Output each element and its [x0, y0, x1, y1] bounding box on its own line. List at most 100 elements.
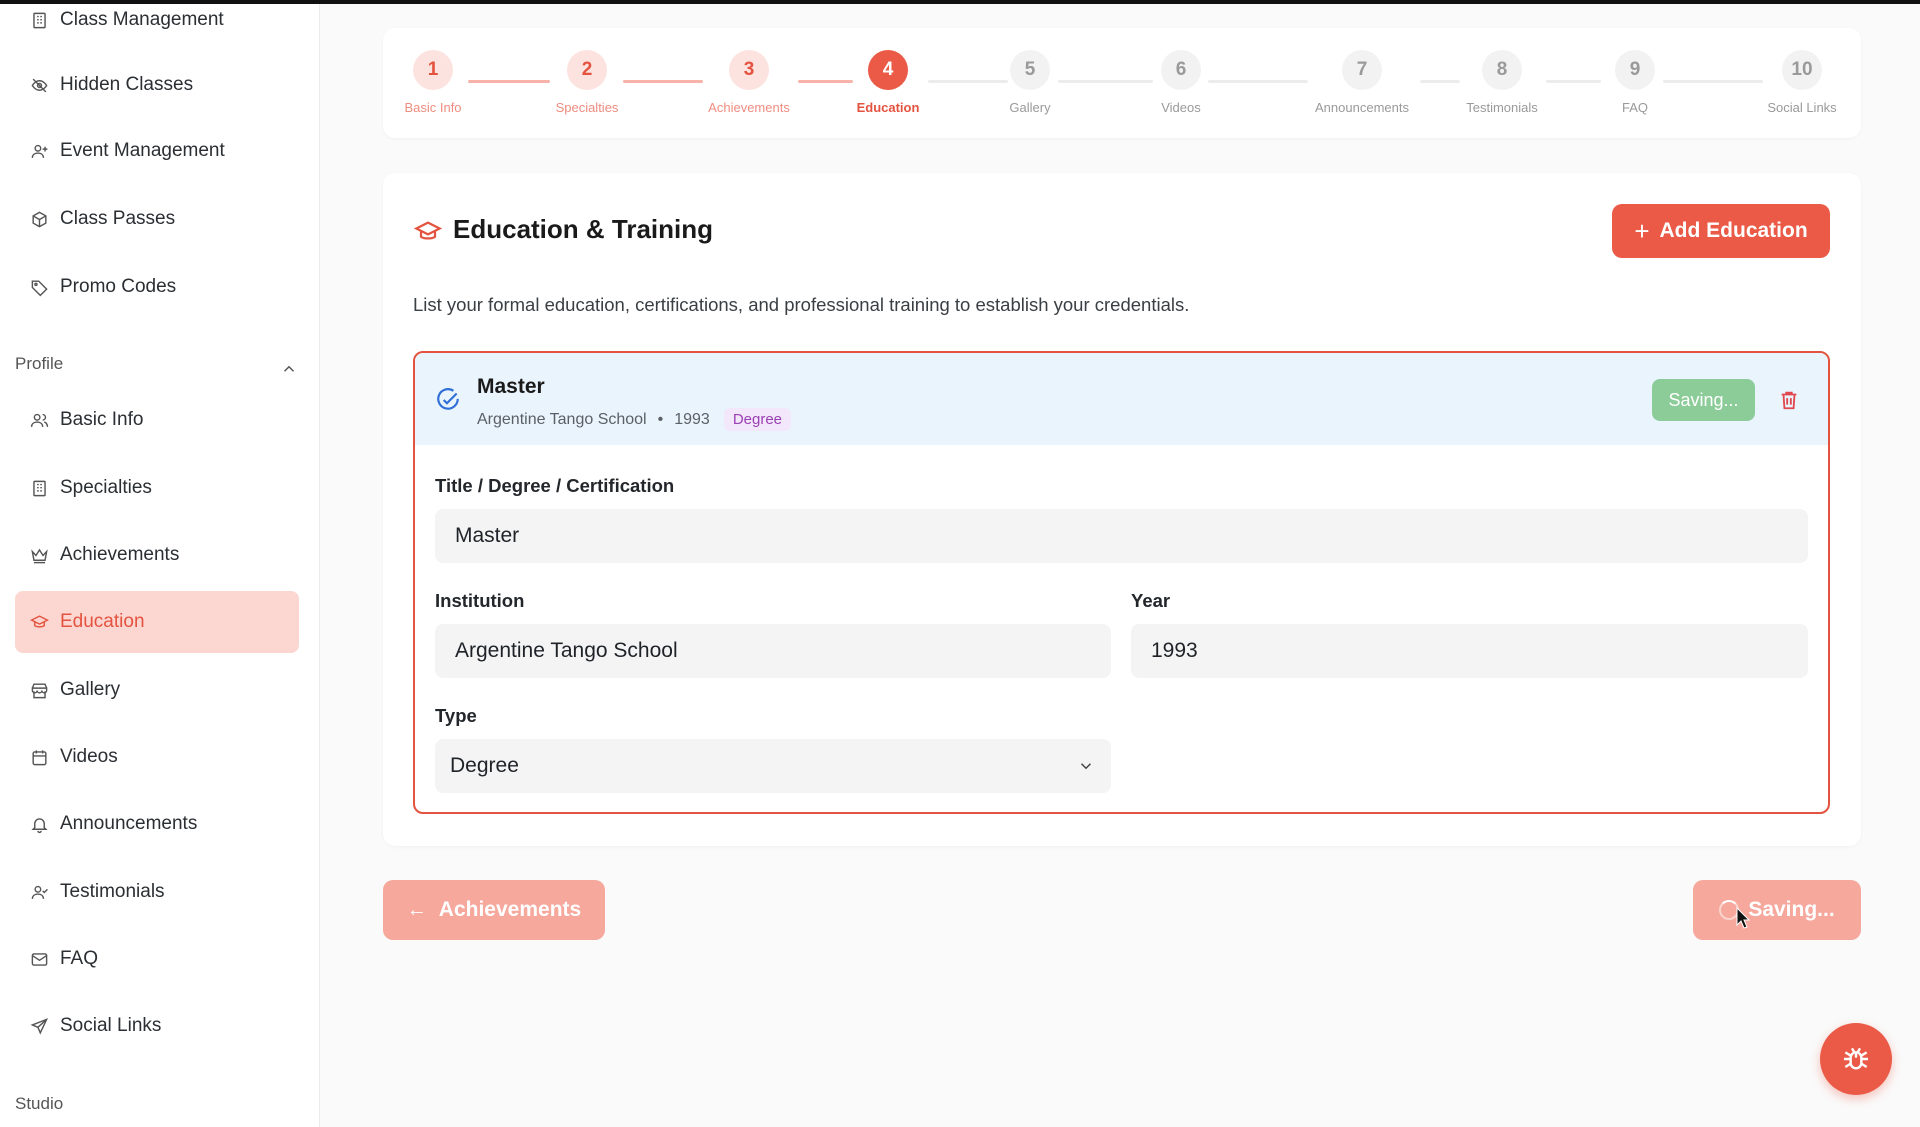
step-specialties[interactable]: 2 Specialties: [532, 50, 642, 115]
tag-icon: [29, 277, 49, 297]
step-achievements[interactable]: 3 Achievements: [694, 50, 804, 115]
step-testimonials[interactable]: 8 Testimonials: [1447, 50, 1557, 115]
step-basic-info[interactable]: 1 Basic Info: [378, 50, 488, 115]
step-number: 7: [1342, 50, 1382, 90]
sidebar-section-studio: Studio: [15, 1094, 64, 1113]
mouse-cursor-icon: [1736, 907, 1750, 929]
type-select-value: Degree: [450, 754, 519, 777]
step-label: FAQ: [1621, 100, 1648, 115]
sidebar-item-class-management[interactable]: Class Management: [15, 0, 299, 51]
building-icon: [29, 478, 49, 498]
section-description: List your formal education, certificatio…: [413, 294, 1190, 315]
chevron-up-icon[interactable]: [280, 360, 298, 378]
check-circle-icon: [437, 388, 459, 410]
report-bug-button[interactable]: [1820, 1023, 1892, 1095]
step-label: Basic Info: [404, 100, 462, 115]
type-field-label: Type: [435, 705, 477, 726]
step-social-links[interactable]: 10 Social Links: [1747, 50, 1857, 115]
sidebar-item-faq[interactable]: FAQ: [15, 928, 299, 990]
step-number: 9: [1615, 50, 1655, 90]
step-announcements[interactable]: 7 Announcements: [1307, 50, 1417, 115]
graduation-cap-icon: [29, 612, 49, 632]
send-icon: [29, 1016, 49, 1036]
institution-field-label: Institution: [435, 590, 525, 611]
sidebar-item-announcements[interactable]: Announcements: [15, 793, 299, 855]
sidebar-item-basic-info[interactable]: Basic Info: [15, 389, 299, 451]
separator-dot: •: [657, 410, 664, 428]
sidebar-item-label: Social Links: [60, 1015, 162, 1036]
step-label: Achievements: [708, 100, 790, 115]
arrow-left-icon: ←: [406, 898, 427, 921]
saving-status-button[interactable]: Saving...: [1652, 379, 1755, 421]
back-button-label: Achievements: [438, 898, 582, 921]
sidebar-item-label: Announcements: [60, 813, 198, 834]
sidebar-item-label: Achievements: [60, 544, 180, 565]
type-badge: Degree: [723, 408, 792, 431]
crown-icon: [29, 545, 49, 565]
back-to-achievements-button[interactable]: ← Achievements: [383, 880, 605, 940]
sidebar-item-label: Gallery: [60, 679, 121, 700]
step-label: Gallery: [1009, 100, 1051, 115]
sidebar-item-label: Event Management: [60, 140, 225, 161]
calendar-icon: [29, 747, 49, 767]
users-icon: [29, 410, 49, 430]
step-videos[interactable]: 6 Videos: [1126, 50, 1236, 115]
title-input[interactable]: Master: [435, 509, 1808, 563]
bug-icon: [1844, 1047, 1868, 1070]
education-entry-card: Master Argentine Tango School • 1993 Deg…: [413, 351, 1830, 814]
step-label: Social Links: [1767, 100, 1837, 115]
sidebar-item-testimonials[interactable]: Testimonials: [15, 861, 299, 923]
add-education-button[interactable]: + Add Education: [1612, 204, 1830, 258]
save-button-label: Saving...: [1748, 898, 1835, 921]
entry-year: 1993: [674, 410, 710, 428]
step-number: 4: [868, 50, 908, 90]
sidebar-item-label: Hidden Classes: [60, 74, 194, 95]
sidebar-item-class-passes[interactable]: Class Passes: [15, 188, 299, 250]
entry-meta: Argentine Tango School • 1993 Degree: [477, 408, 792, 431]
sidebar-item-social-links[interactable]: Social Links: [15, 995, 299, 1057]
save-button[interactable]: Saving...: [1693, 880, 1861, 940]
sidebar-item-gallery[interactable]: Gallery: [15, 659, 299, 721]
type-select[interactable]: Degree: [435, 739, 1111, 793]
institution-input[interactable]: Argentine Tango School: [435, 624, 1111, 678]
sidebar-item-specialties[interactable]: Specialties: [15, 457, 299, 519]
sidebar-item-event-management[interactable]: Event Management: [15, 120, 299, 182]
year-field-label: Year: [1131, 590, 1171, 611]
trash-icon[interactable]: [1778, 389, 1800, 411]
sidebar: Class Management Hidden Classes Event Ma…: [0, 4, 320, 1127]
step-number: 3: [729, 50, 769, 90]
sidebar-item-label: FAQ: [60, 948, 99, 969]
sidebar-item-label: Videos: [60, 746, 118, 767]
entry-title: Master: [477, 375, 545, 398]
user-check-icon: [29, 882, 49, 902]
year-input[interactable]: 1993: [1131, 624, 1808, 678]
section-title: Education & Training: [453, 214, 714, 244]
step-number: 2: [567, 50, 607, 90]
step-number: 8: [1482, 50, 1522, 90]
sidebar-item-promo-codes[interactable]: Promo Codes: [15, 256, 299, 318]
step-number: 10: [1782, 50, 1822, 90]
education-entry-header[interactable]: Master Argentine Tango School • 1993 Deg…: [415, 353, 1828, 445]
sidebar-item-label: Testimonials: [60, 881, 165, 902]
step-education[interactable]: 4 Education: [833, 50, 943, 115]
step-label: Announcements: [1315, 100, 1409, 115]
sidebar-item-achievements[interactable]: Achievements: [15, 524, 299, 586]
store-icon: [29, 680, 49, 700]
mail-icon: [29, 949, 49, 969]
step-faq[interactable]: 9 FAQ: [1580, 50, 1690, 115]
step-gallery[interactable]: 5 Gallery: [975, 50, 1085, 115]
sidebar-item-hidden-classes[interactable]: Hidden Classes: [15, 54, 299, 116]
sidebar-item-label: Promo Codes: [60, 276, 177, 297]
chevron-down-icon: [1080, 763, 1092, 770]
sidebar-item-label: Specialties: [60, 477, 152, 498]
bell-icon: [29, 814, 49, 834]
title-field-label: Title / Degree / Certification: [435, 475, 675, 496]
step-number: 5: [1010, 50, 1050, 90]
step-label: Testimonials: [1466, 100, 1538, 115]
sidebar-item-videos[interactable]: Videos: [15, 726, 299, 788]
sidebar-item-education[interactable]: Education: [15, 591, 299, 653]
sidebar-item-label: Class Passes: [60, 208, 176, 229]
progress-stepper: 1 Basic Info 2 Specialties 3 Achievement…: [383, 28, 1861, 138]
sidebar-item-label: Basic Info: [60, 409, 144, 430]
step-label: Videos: [1161, 100, 1201, 115]
